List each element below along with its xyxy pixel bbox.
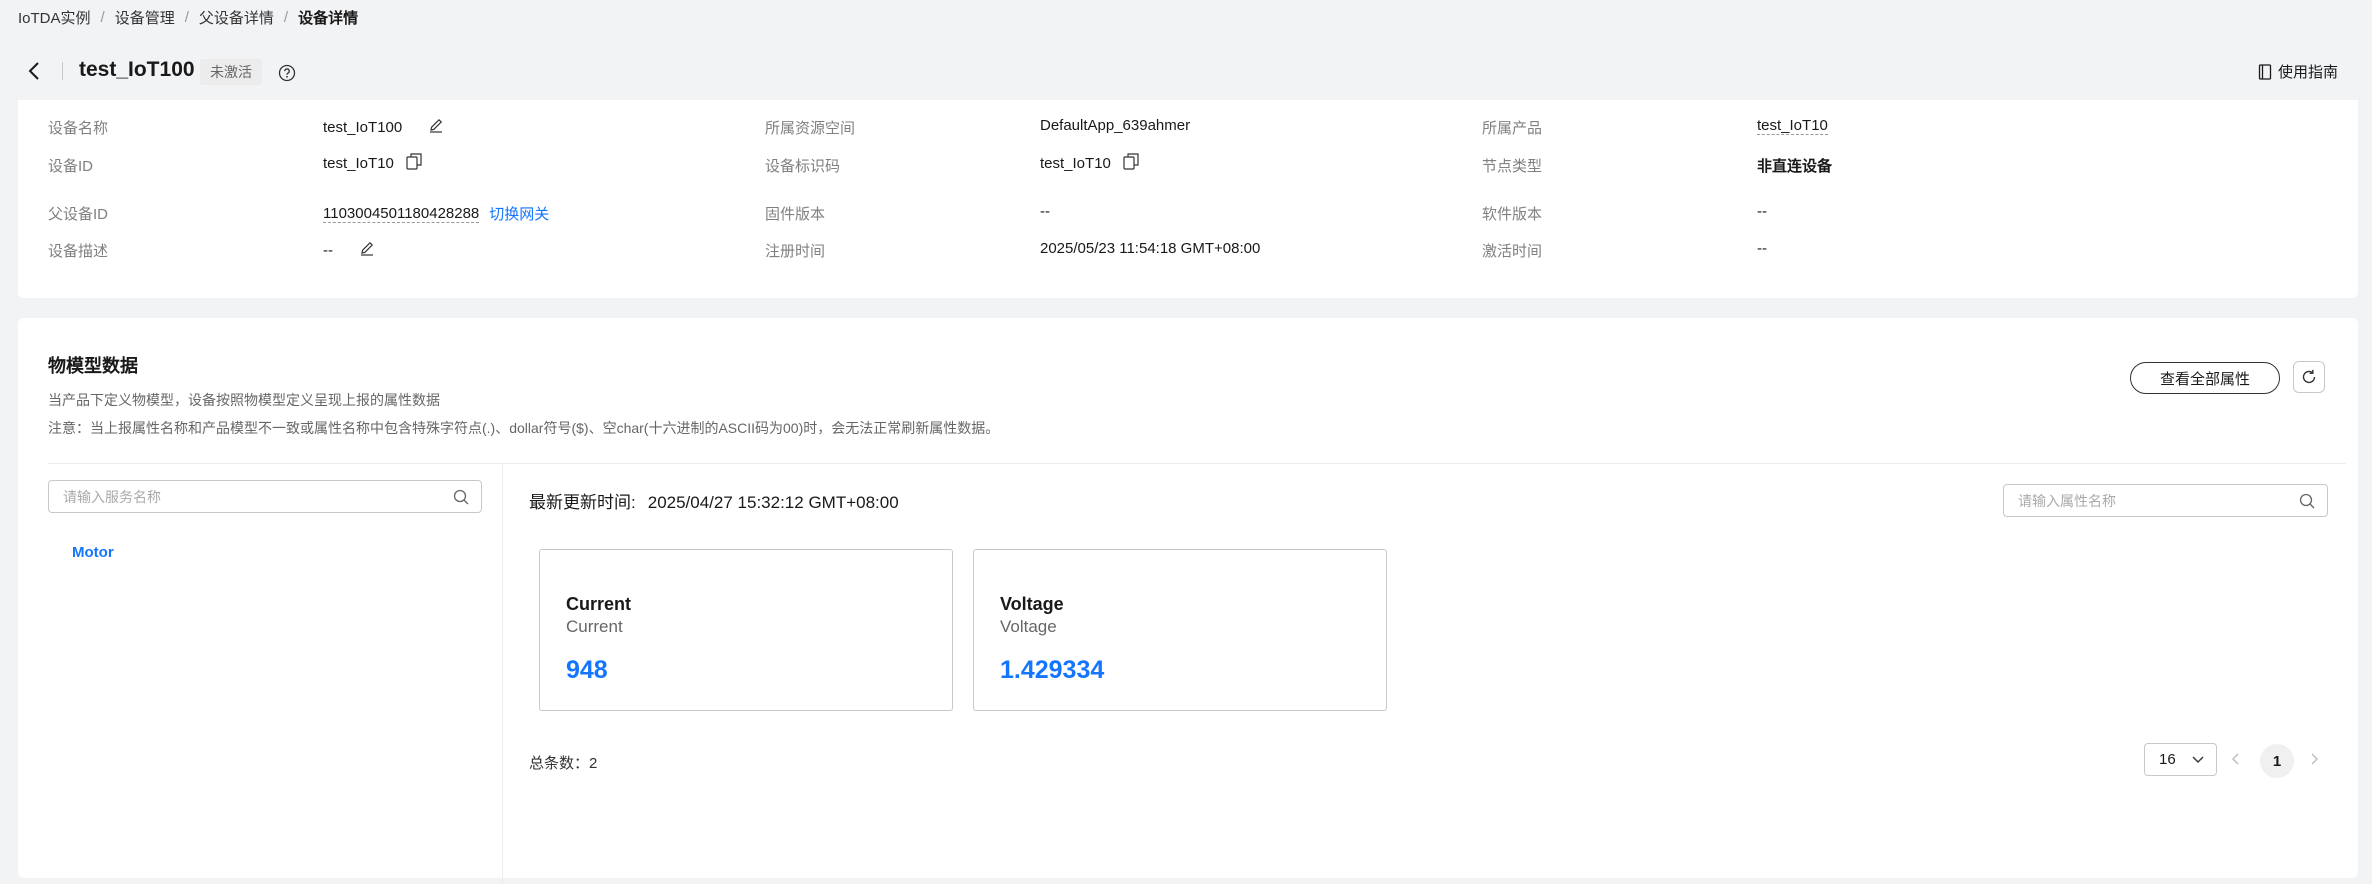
latest-update-time: 最新更新时间: 2025/04/27 15:32:12 GMT+08:00 <box>529 488 899 513</box>
property-search <box>2003 484 2328 517</box>
description-label: 设备描述 <box>48 243 109 260</box>
device-name-text: test_IoT100 <box>323 118 403 136</box>
breadcrumb-item-iotda[interactable]: IoTDA实例 <box>18 7 91 28</box>
product-label: 所属产品 <box>1482 120 1543 137</box>
prev-page-icon[interactable] <box>2228 751 2244 767</box>
refresh-button[interactable] <box>2293 361 2325 393</box>
page-size-select[interactable]: 16 <box>2144 743 2217 776</box>
update-time-value: 2025/04/27 15:32:12 GMT+08:00 <box>647 493 899 512</box>
section-divider <box>48 463 2346 464</box>
node-id-label: 设备标识码 <box>765 158 841 175</box>
page-size-value: 16 <box>2159 751 2176 768</box>
device-info-card: 设备名称 test_IoT100 所属资源空间 DefaultApp_639ah… <box>18 100 2358 298</box>
registered-label: 注册时间 <box>765 243 826 260</box>
product-link[interactable]: test_IoT10 <box>1757 117 1828 135</box>
node-id-value: test_IoT10 <box>1040 153 1139 174</box>
property-card-current[interactable]: Current Current 948 <box>539 549 953 711</box>
resource-space-value: DefaultApp_639ahmer <box>1040 117 1191 134</box>
breadcrumb-separator: / <box>283 8 289 26</box>
help-icon[interactable] <box>278 64 296 82</box>
model-note: 注意：当上报属性名称和产品模型不一致或属性名称中包含特殊字符点(.)、dolla… <box>48 420 1000 436</box>
property-name: Voltage <box>1000 594 1064 614</box>
breadcrumb-item-parent-device[interactable]: 父设备详情 <box>199 7 274 28</box>
refresh-icon <box>2302 369 2316 384</box>
breadcrumb-current: 设备详情 <box>298 9 359 27</box>
property-search-input[interactable] <box>2004 485 2311 516</box>
service-item-motor[interactable]: Motor <box>72 544 114 561</box>
parent-id-label: 父设备ID <box>48 206 109 223</box>
copy-node-id-icon[interactable] <box>1123 153 1139 174</box>
description-value: -- <box>323 240 375 260</box>
user-guide-link[interactable]: 使用指南 <box>2258 61 2338 82</box>
switch-gateway-link[interactable]: 切换网关 <box>489 203 549 224</box>
description-text: -- <box>323 241 333 259</box>
property-card-voltage[interactable]: Voltage Voltage 1.429334 <box>973 549 1387 711</box>
firmware-value: -- <box>1040 203 1050 220</box>
device-id-label: 设备ID <box>48 158 94 175</box>
node-type-label: 节点类型 <box>1482 158 1543 175</box>
edit-name-icon[interactable] <box>428 117 444 137</box>
document-icon <box>2258 63 2272 80</box>
resource-space-label: 所属资源空间 <box>765 120 856 137</box>
activated-label: 激活时间 <box>1482 243 1543 260</box>
property-name: Current <box>566 594 632 614</box>
search-icon[interactable] <box>453 489 469 510</box>
edit-description-icon[interactable] <box>359 240 375 260</box>
product-value: test_IoT10 <box>1757 117 1828 135</box>
registered-value: 2025/05/23 11:54:18 GMT+08:00 <box>1040 240 1261 257</box>
parent-id-link[interactable]: 1103004501180428288 <box>323 205 480 223</box>
model-data-card: 物模型数据 当产品下定义物模型，设备按照物模型定义呈现上报的属性数据 注意：当上… <box>18 318 2358 884</box>
model-data-title: 物模型数据 <box>48 356 138 376</box>
device-name-label: 设备名称 <box>48 120 109 137</box>
property-value: 1.429334 <box>1000 656 1105 684</box>
activated-value: -- <box>1757 240 1767 257</box>
view-all-properties-button[interactable]: 查看全部属性 <box>2130 362 2280 394</box>
status-badge: 未激活 <box>200 59 262 85</box>
breadcrumb: IoTDA实例 / 设备管理 / 父设备详情 / 设备详情 <box>18 7 358 27</box>
user-guide-label: 使用指南 <box>2277 64 2338 81</box>
page-header: test_IoT100 未激活 使用指南 <box>0 48 2372 94</box>
device-name-value: test_IoT100 <box>323 117 444 137</box>
chevron-down-icon <box>2192 756 2204 763</box>
next-page-icon[interactable] <box>2306 751 2322 767</box>
breadcrumb-separator: / <box>184 8 189 26</box>
device-id-value: test_IoT10 <box>323 153 422 174</box>
panel-divider <box>502 464 503 884</box>
copy-device-id-icon[interactable] <box>406 153 422 174</box>
property-id: Voltage <box>1000 617 1057 636</box>
header-divider <box>62 62 63 80</box>
device-id-text: test_IoT10 <box>323 155 394 172</box>
page-number-current[interactable]: 1 <box>2260 744 2294 778</box>
service-search <box>48 480 482 513</box>
firmware-label: 固件版本 <box>765 206 826 223</box>
node-id-text: test_IoT10 <box>1040 155 1111 172</box>
property-id: Current <box>566 617 623 636</box>
back-icon[interactable] <box>22 58 48 84</box>
total-count: 总条数：2 <box>529 755 598 772</box>
model-desc: 当产品下定义物模型，设备按照物模型定义呈现上报的属性数据 <box>48 392 440 408</box>
service-search-input[interactable] <box>49 481 465 512</box>
software-value: -- <box>1757 203 1767 220</box>
search-icon[interactable] <box>2299 493 2315 514</box>
breadcrumb-separator: / <box>100 8 105 26</box>
page-title: test_IoT100 <box>79 58 195 81</box>
software-label: 软件版本 <box>1482 206 1543 223</box>
parent-id-value: 1103004501180428288 切换网关 <box>323 203 549 224</box>
breadcrumb-item-device-management[interactable]: 设备管理 <box>115 7 175 28</box>
update-time-label: 最新更新时间: <box>529 493 636 512</box>
property-value: 948 <box>566 656 608 684</box>
node-type-value: 非直连设备 <box>1757 158 1833 175</box>
